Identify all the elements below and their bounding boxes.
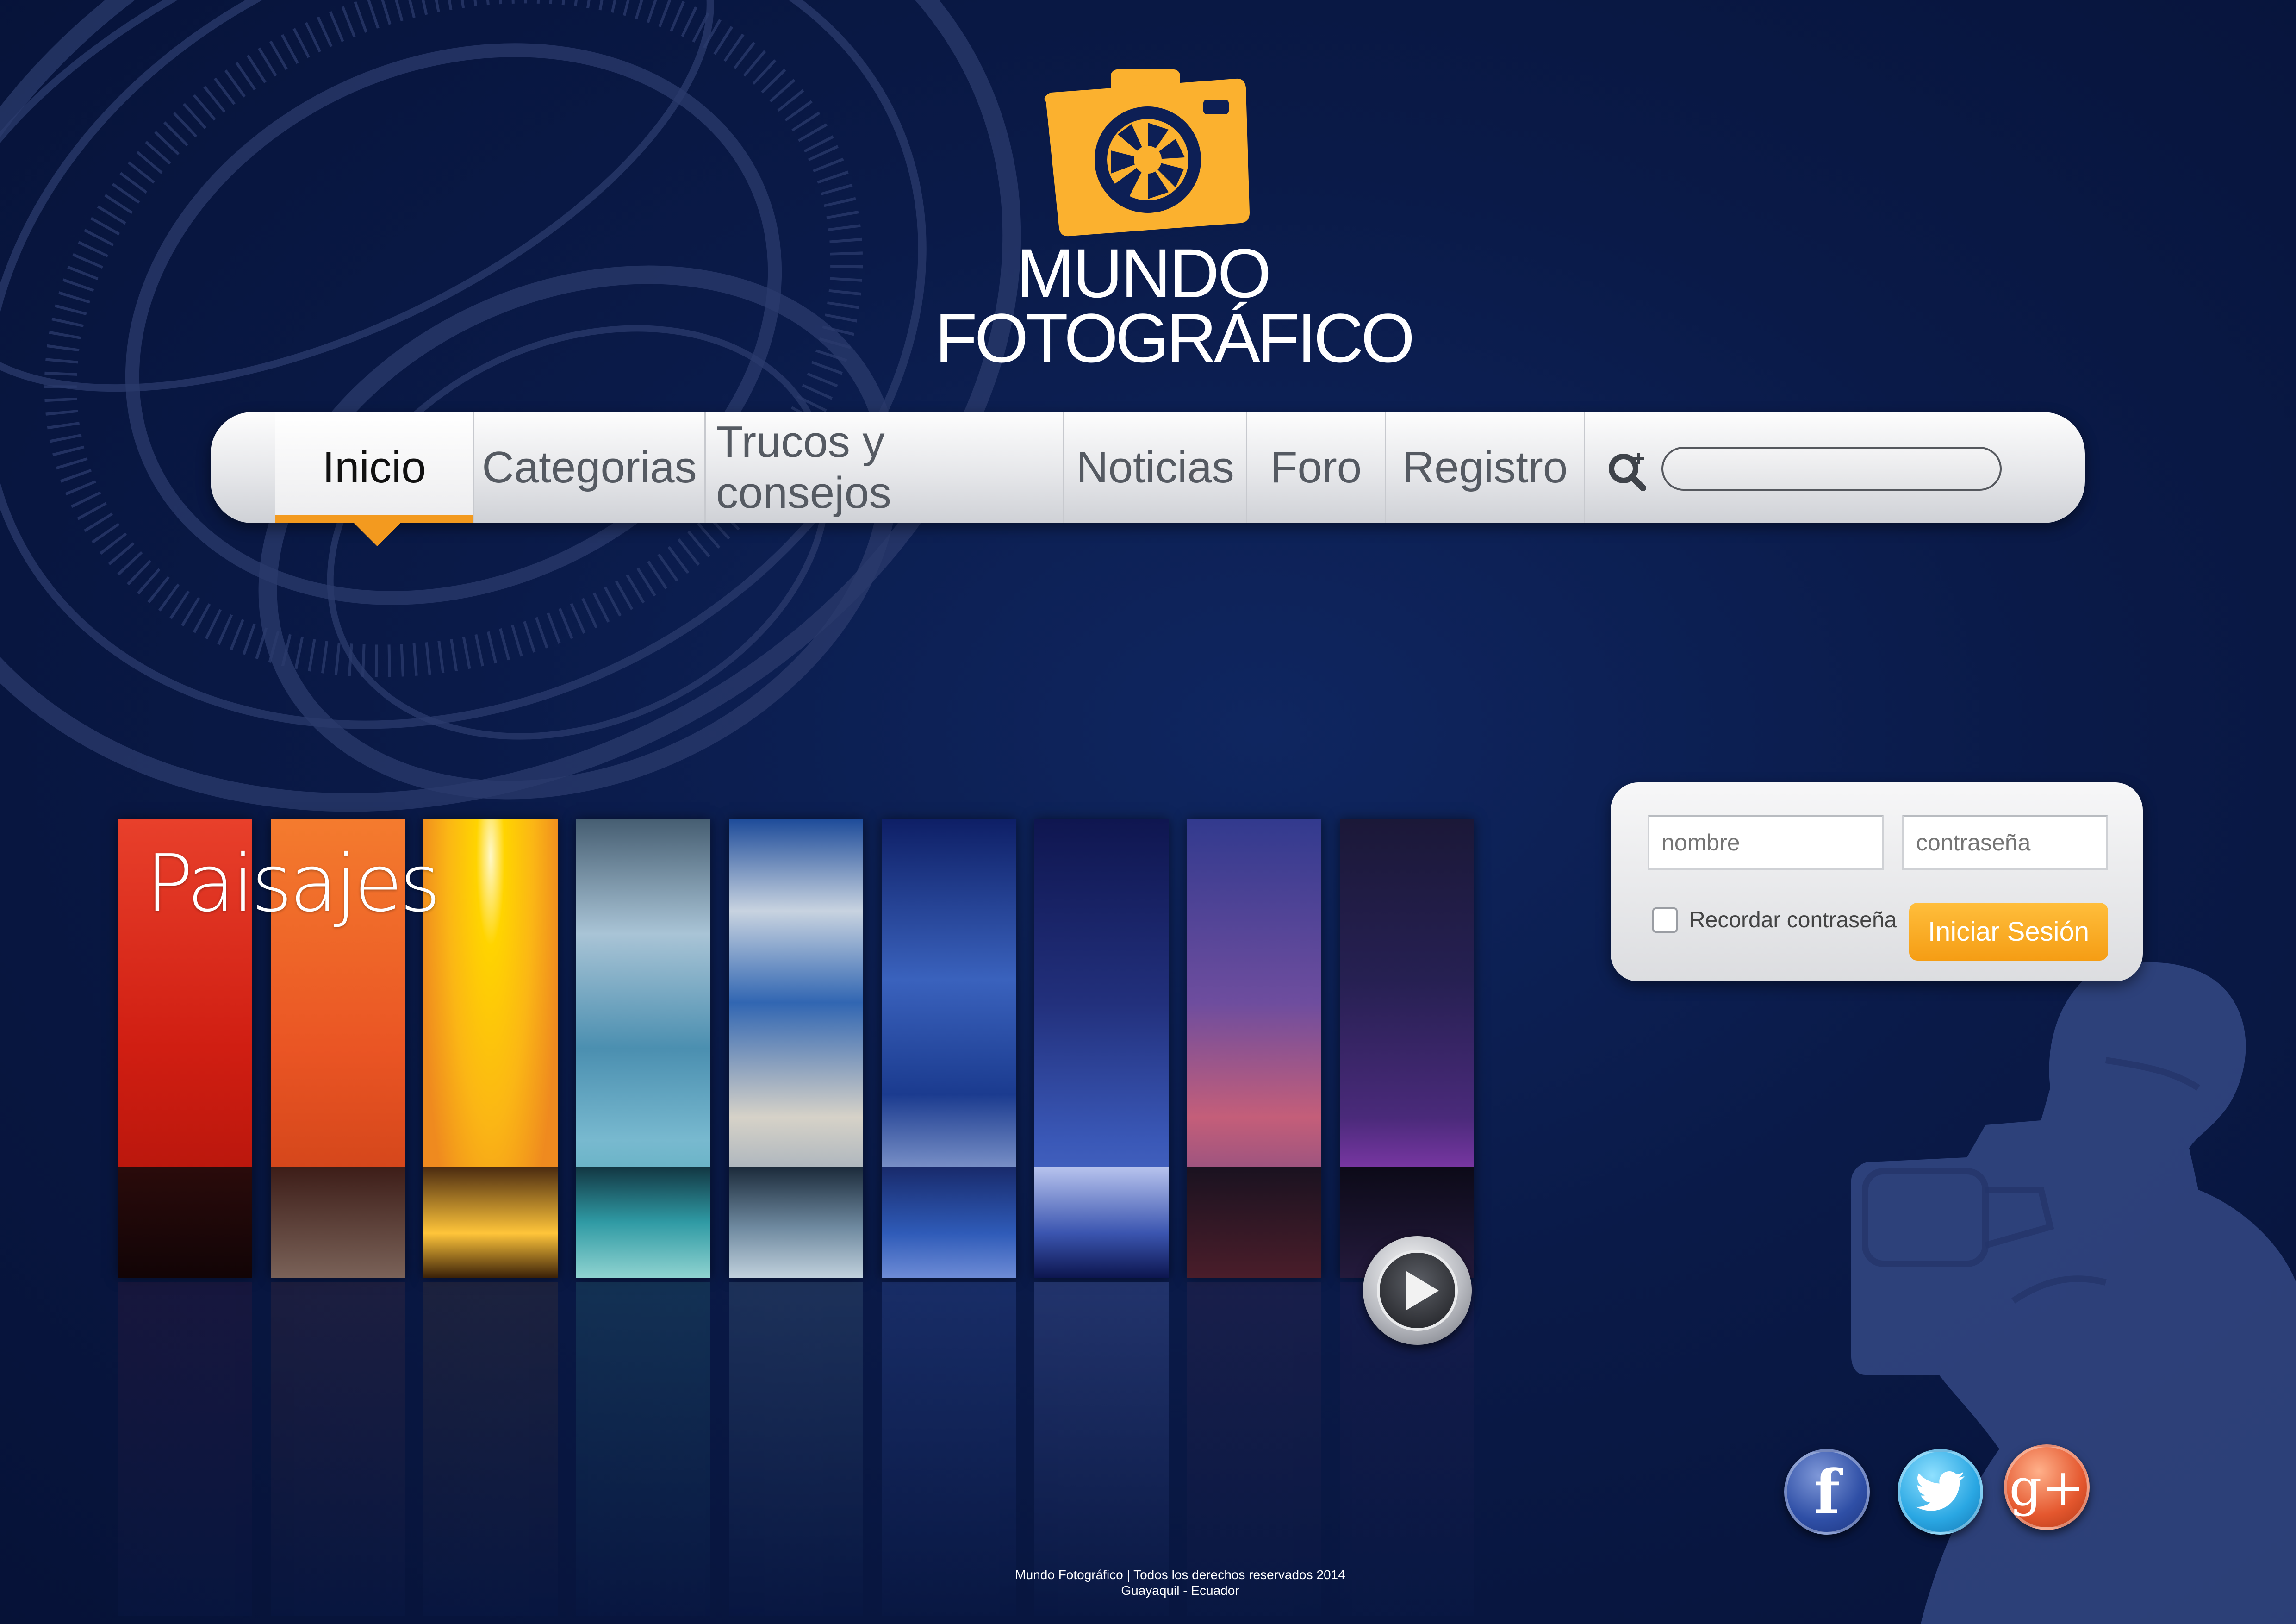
gallery-strip-5[interactable] (729, 819, 863, 1278)
gallery-strip-8[interactable] (1187, 819, 1321, 1278)
nav-noticias[interactable]: Noticias (1064, 412, 1247, 523)
google-plus-icon[interactable]: g+ (2004, 1444, 2090, 1530)
play-icon (1377, 1250, 1458, 1331)
remember-password[interactable]: Recordar contraseña (1652, 907, 1897, 933)
nav-registro[interactable]: Registro (1386, 412, 1585, 523)
login-button[interactable]: Iniciar Sesión (1909, 903, 2108, 961)
nav-inicio[interactable]: Inicio (275, 412, 474, 523)
facebook-icon[interactable]: f (1784, 1449, 1870, 1535)
username-field[interactable] (1648, 815, 1884, 870)
gallery-strip-9[interactable] (1340, 819, 1474, 1278)
gallery-strip-3[interactable] (423, 819, 558, 1278)
twitter-icon[interactable] (1898, 1449, 1983, 1535)
search-icon[interactable] (1606, 450, 1648, 492)
landscape-gallery[interactable]: Paisajes (118, 819, 1474, 1282)
remember-label: Recordar contraseña (1689, 908, 1897, 932)
password-field[interactable] (1902, 815, 2108, 870)
remember-checkbox[interactable] (1652, 907, 1678, 933)
gallery-strip-4[interactable] (576, 819, 710, 1278)
gallery-strip-7[interactable] (1034, 819, 1169, 1278)
logo-title-line1: MUNDO (1016, 234, 1272, 312)
active-nav-indicator (354, 523, 400, 546)
site-logo[interactable]: MUNDO FOTOGRÁFICO (935, 65, 1415, 389)
footer-location: Guayaquil - Ecuador (1121, 1583, 1239, 1598)
nav-foro[interactable]: Foro (1247, 412, 1386, 523)
google-plus-glyph: g+ (2009, 1457, 2084, 1517)
footer: Mundo Fotográfico | Todos los derechos r… (926, 1567, 1435, 1599)
search-input[interactable] (1661, 447, 2002, 491)
gallery-title: Paisajes (146, 838, 441, 930)
facebook-glyph: f (1814, 1456, 1840, 1527)
logo-title-line2: FOTOGRÁFICO (935, 299, 1415, 377)
gallery-strip-6[interactable] (882, 819, 1016, 1278)
camera-icon (1044, 69, 1250, 237)
nav-categorias[interactable]: Categorias (474, 412, 706, 523)
nav-trucos-y-consejos[interactable]: Trucos y consejos (706, 412, 1064, 523)
footer-copyright: Mundo Fotográfico | Todos los derechos r… (1015, 1568, 1345, 1582)
play-button[interactable] (1363, 1236, 1472, 1345)
login-panel: Recordar contraseña Iniciar Sesión (1611, 782, 2143, 981)
gallery-reflection (118, 1282, 1474, 1616)
twitter-bird (1915, 1471, 1965, 1511)
